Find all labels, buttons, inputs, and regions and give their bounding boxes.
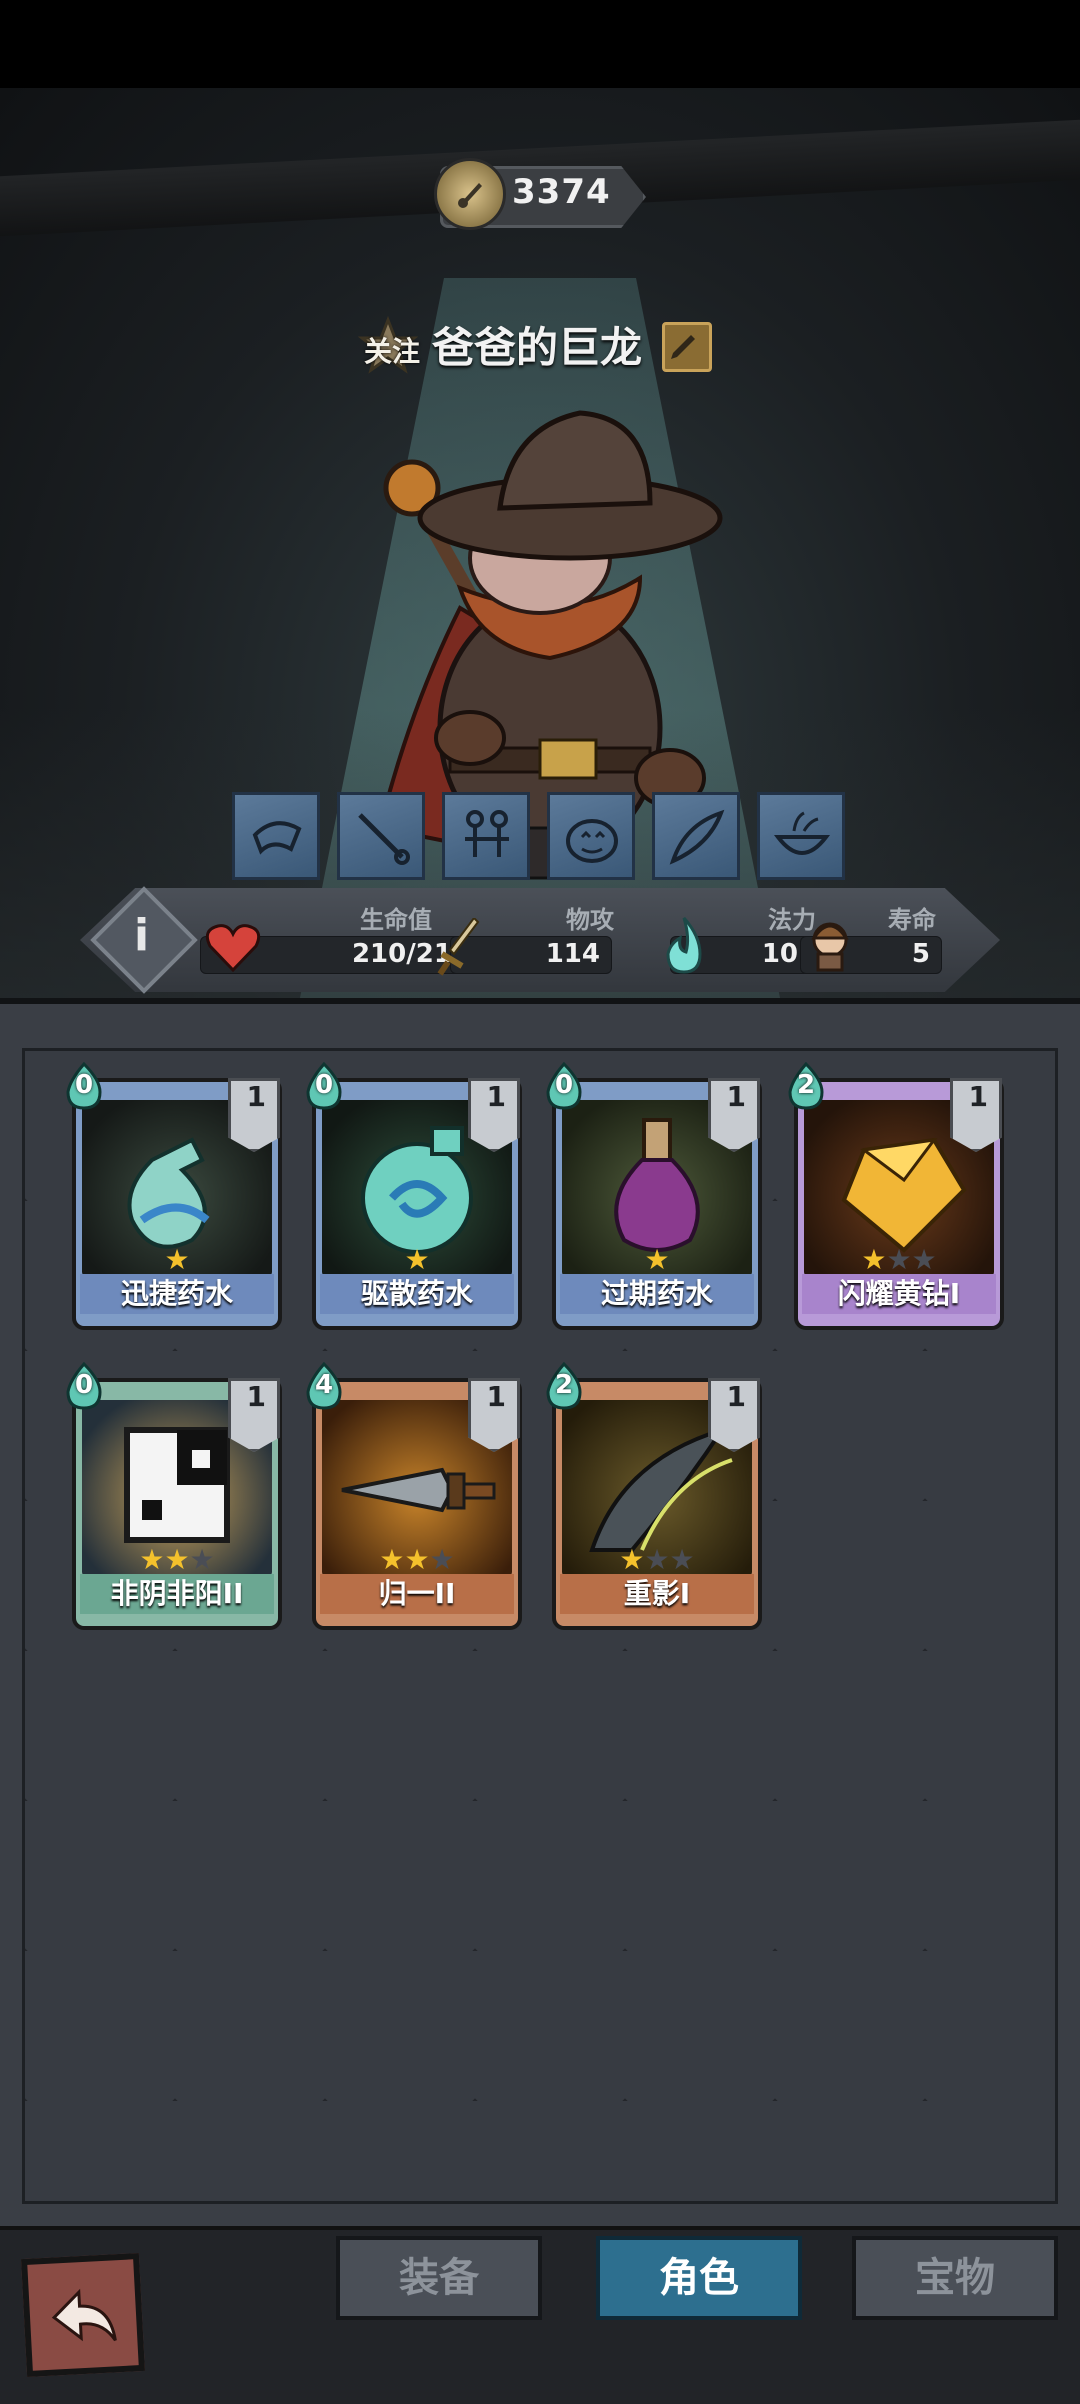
card-name: 迅捷药水 — [80, 1274, 274, 1314]
card-cost: 0 — [74, 1370, 94, 1400]
card-level: 1 — [726, 1380, 746, 1413]
power-icon — [434, 158, 506, 230]
bowl-icon[interactable] — [757, 792, 845, 880]
card-name: 归一II — [320, 1574, 514, 1614]
lifespan-icon — [811, 922, 849, 972]
card-stars: ★ — [644, 1243, 670, 1276]
tab-equipment[interactable]: 装备 — [336, 2236, 542, 2320]
stat-lifespan-value: 5 — [911, 939, 930, 969]
weapon-scroll-icon[interactable] — [232, 792, 320, 880]
back-button[interactable] — [20, 2252, 146, 2378]
card-cost: 0 — [74, 1070, 94, 1100]
pumpkin-icon[interactable] — [547, 792, 635, 880]
stats-bar: i 生命值 210/210 物攻 114 法力 10 寿命 5 — [80, 886, 1000, 994]
card-level: 1 — [246, 1080, 266, 1113]
card-stars: ★★★ — [139, 1543, 215, 1576]
stat-lifespan: 寿命 5 — [800, 888, 1000, 992]
sword-icon[interactable] — [337, 792, 425, 880]
feather-icon[interactable] — [652, 792, 740, 880]
info-icon[interactable]: i — [134, 910, 149, 961]
back-arrow-icon[interactable] — [42, 2274, 126, 2358]
card-cost: 4 — [314, 1370, 334, 1400]
card-return-to-one[interactable]: ★★★ 归一II 4 1 — [306, 1362, 522, 1630]
card-dispel-potion[interactable]: ★ 驱散药水 0 1 — [306, 1062, 522, 1330]
stat-attack-value: 114 — [545, 939, 600, 969]
card-name: 过期药水 — [560, 1274, 754, 1314]
stat-hp-label: 生命值 — [360, 906, 432, 934]
card-stars: ★★★ — [619, 1543, 695, 1576]
card-name: 闪耀黄钻I — [802, 1274, 996, 1314]
card-stars: ★ — [404, 1243, 430, 1276]
status-bar — [0, 0, 1080, 88]
card-shiny-yellow-diamond[interactable]: ★★★ 闪耀黄钻I 2 1 — [788, 1062, 1004, 1330]
card-name: 重影I — [560, 1574, 754, 1614]
edit-name-icon[interactable] — [662, 322, 712, 372]
hero-scene: 3374 关注 爸爸的巨龙 — [0, 88, 1080, 998]
card-swift-potion[interactable]: ★ 迅捷药水 0 1 — [66, 1062, 282, 1330]
card-stars: ★★★ — [861, 1243, 937, 1276]
tab-treasure[interactable]: 宝物 — [852, 2236, 1058, 2320]
card-name: 驱散药水 — [320, 1274, 514, 1314]
card-level: 1 — [968, 1080, 988, 1113]
follow-label[interactable]: 关注 — [364, 330, 420, 370]
card-level: 1 — [726, 1080, 746, 1113]
card-stars: ★★★ — [379, 1543, 455, 1576]
card-cost: 2 — [796, 1070, 816, 1100]
card-neither-yin-nor-yang[interactable]: ★★★ 非阴非阳II 0 1 — [66, 1362, 282, 1630]
mana-flame-icon — [666, 917, 702, 974]
stat-attack-label: 物攻 — [566, 906, 614, 934]
card-level: 1 — [486, 1380, 506, 1413]
card-level: 1 — [246, 1380, 266, 1413]
card-cost: 0 — [554, 1070, 574, 1100]
card-expired-potion[interactable]: ★ 过期药水 0 1 — [546, 1062, 762, 1330]
stat-mana-value: 10 — [761, 939, 798, 969]
hero-name: 爸爸的巨龙 — [432, 323, 643, 372]
card-double-shadow[interactable]: ★★★ 重影I 2 1 — [546, 1362, 762, 1630]
power-value: 3374 — [512, 172, 611, 212]
card-level: 1 — [486, 1080, 506, 1113]
heart-icon — [205, 924, 261, 973]
card-stars: ★ — [164, 1243, 190, 1276]
stat-lifespan-label: 寿命 — [888, 906, 936, 934]
tab-character[interactable]: 角色 — [596, 2236, 802, 2320]
card-cost: 2 — [554, 1370, 574, 1400]
figures-icon[interactable] — [442, 792, 530, 880]
card-cost: 0 — [314, 1070, 334, 1100]
card-name: 非阴非阳II — [80, 1574, 274, 1614]
